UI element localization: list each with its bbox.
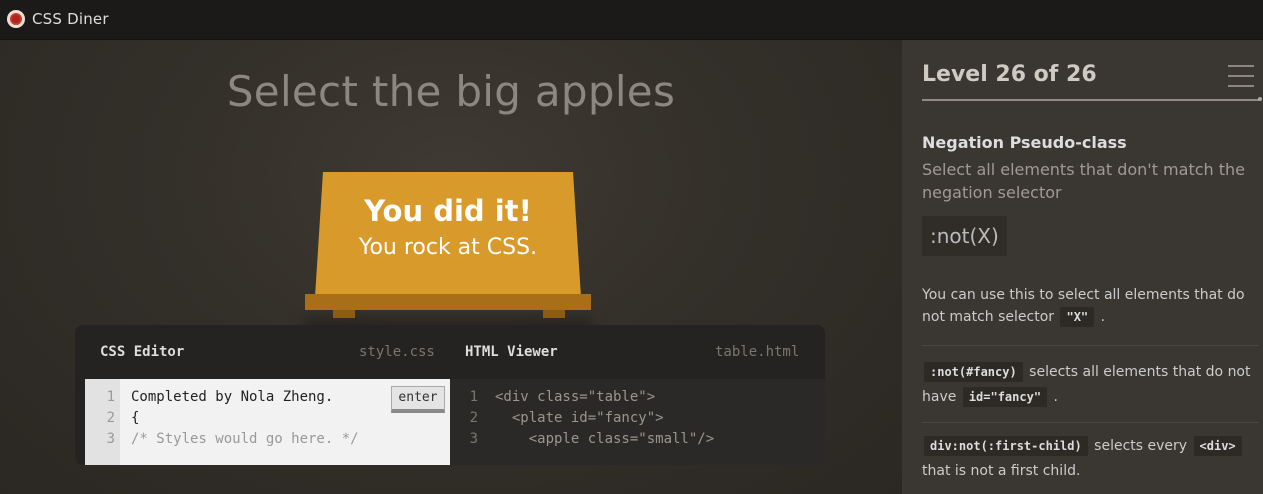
enter-button[interactable]: enter <box>391 386 445 413</box>
html-file-name: table.html <box>715 344 800 360</box>
selector-explanation: You can use this to select all elements … <box>922 284 1257 328</box>
selector-description: Select all elements that don't match the… <box>922 160 1245 202</box>
example-2-end: that is not a first child. <box>922 463 1081 479</box>
example-2-text: selects every <box>1094 438 1188 454</box>
css-code-line: { <box>131 410 140 426</box>
selector-name: Negation Pseudo-class <box>922 133 1127 152</box>
level-progress-track <box>922 97 1262 101</box>
game-area: Select the big apples You did it! You ro… <box>0 40 902 494</box>
divider <box>922 422 1259 423</box>
progress-marker <box>1258 97 1262 101</box>
level-progress-fill <box>922 99 1259 101</box>
html-code-line[interactable]: <plate id="fancy"> <box>495 410 664 426</box>
line-number: 3 <box>469 431 478 447</box>
top-bar: CSS Diner <box>0 0 1263 40</box>
menu-icon[interactable] <box>1228 65 1254 87</box>
html-viewer-label: HTML Viewer <box>465 344 558 360</box>
line-number: 2 <box>106 410 115 426</box>
table-leg-right <box>543 310 565 318</box>
css-line-gutter: 1 2 3 <box>85 379 120 465</box>
css-editor-pane[interactable]: 1 2 3 Completed by Nola Zheng. { /* Styl… <box>85 379 450 465</box>
level-instruction: Select the big apples <box>226 67 676 116</box>
win-message-title: You did it! <box>364 194 532 228</box>
level-indicator: Level 26 of 26 <box>922 62 1097 87</box>
editor-panel: CSS Editor style.css HTML Viewer table.h… <box>75 325 825 465</box>
line-number: 3 <box>106 431 115 447</box>
dinner-table: You did it! You rock at CSS. <box>305 172 591 336</box>
selector-syntax: :not(X) <box>922 216 1007 256</box>
css-editor-label: CSS Editor <box>100 344 185 360</box>
line-number: 1 <box>469 389 478 405</box>
explanation-code: "X" <box>1060 307 1095 327</box>
css-file-name: style.css <box>359 344 435 360</box>
html-code-line[interactable]: <apple class="small"/> <box>495 431 714 447</box>
example-2-code: <div> <box>1193 436 1242 456</box>
example-2: div:not(:first-child) selects every <div… <box>922 434 1257 484</box>
html-code-line[interactable]: <div class="table"> <box>495 389 655 405</box>
divider <box>922 345 1259 346</box>
example-2-selector: div:not(:first-child) <box>924 436 1088 456</box>
example-1-end: . <box>1053 389 1058 405</box>
html-viewer-pane: 1 2 3 <div class="table"> <plate id="fan… <box>450 379 825 465</box>
sidebar: Level 26 of 26 Negation Pseudo-class Sel… <box>902 40 1263 494</box>
win-message-subtitle: You rock at CSS. <box>358 235 538 260</box>
css-comment-line: /* Styles would go here. */ <box>131 431 359 447</box>
explanation-end: . <box>1100 309 1106 325</box>
table-leg-left <box>333 310 355 318</box>
table-edge <box>305 294 591 310</box>
example-1-code: id="fancy" <box>962 387 1048 407</box>
css-input-line[interactable]: Completed by Nola Zheng. <box>131 389 333 405</box>
logo-icon <box>7 10 25 28</box>
example-1: :not(#fancy) selects all elements that d… <box>922 360 1257 410</box>
app-title: CSS Diner <box>32 10 109 28</box>
example-1-selector: :not(#fancy) <box>924 362 1023 382</box>
line-number: 2 <box>469 410 478 426</box>
line-number: 1 <box>106 389 115 405</box>
